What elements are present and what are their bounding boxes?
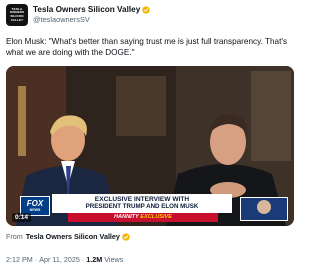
headline-line-2: PRESIDENT TRUMP AND ELON MUSK [85,203,199,211]
author-names: Tesla Owners Silicon Valley @teslaowners… [33,5,150,25]
video-timestamp: 0:14 [12,213,32,222]
from-attribution: From Tesla Owners Silicon Valley [6,232,130,241]
promo-thumbnail [240,197,288,221]
tweet-text: Elon Musk: "What's better than saying tr… [6,37,288,57]
lower-third-headline: EXCLUSIVE INTERVIEW WITH PRESIDENT TRUMP… [52,194,232,213]
avatar[interactable]: TESLA OWNERS SILICON VALLEY [6,4,28,26]
views-label: Views [104,255,124,264]
author-display-name[interactable]: Tesla Owners Silicon Valley [33,5,140,15]
verified-badge-icon [142,6,150,14]
tweet-date[interactable]: Apr 11, 2025 [39,255,80,264]
tweet-header: TESLA OWNERS SILICON VALLEY Tesla Owners… [6,4,294,30]
show-bar: HANNITY EXCLUSIVE [68,213,218,222]
verified-badge-icon [122,232,130,241]
video-player[interactable]: FOX NEWS EXCLUSIVE INTERVIEW WITH PRESID… [6,66,294,226]
tweet-metadata: 2:12 PM · Apr 11, 2025 · 1.2M Views [6,255,123,264]
from-name-link[interactable]: Tesla Owners Silicon Valley [26,232,120,241]
from-prefix: From [6,232,23,241]
views-count: 1.2M [86,255,103,264]
network-logo-sub: NEWS [29,208,41,212]
separator: · [81,255,85,264]
separator: · [34,255,38,264]
promo-face-image [257,200,271,214]
avatar-text-4: VALLEY [10,17,24,22]
show-tag: EXCLUSIVE [140,214,173,220]
network-logo-text: FOX [26,199,44,208]
author-handle[interactable]: @teslaownersSV [33,15,150,25]
author-display-name-row[interactable]: Tesla Owners Silicon Valley [33,5,150,15]
tweet-card: TESLA OWNERS SILICON VALLEY Tesla Owners… [0,0,300,273]
tweet-time[interactable]: 2:12 PM [6,255,33,264]
show-name: HANNITY [113,214,139,220]
